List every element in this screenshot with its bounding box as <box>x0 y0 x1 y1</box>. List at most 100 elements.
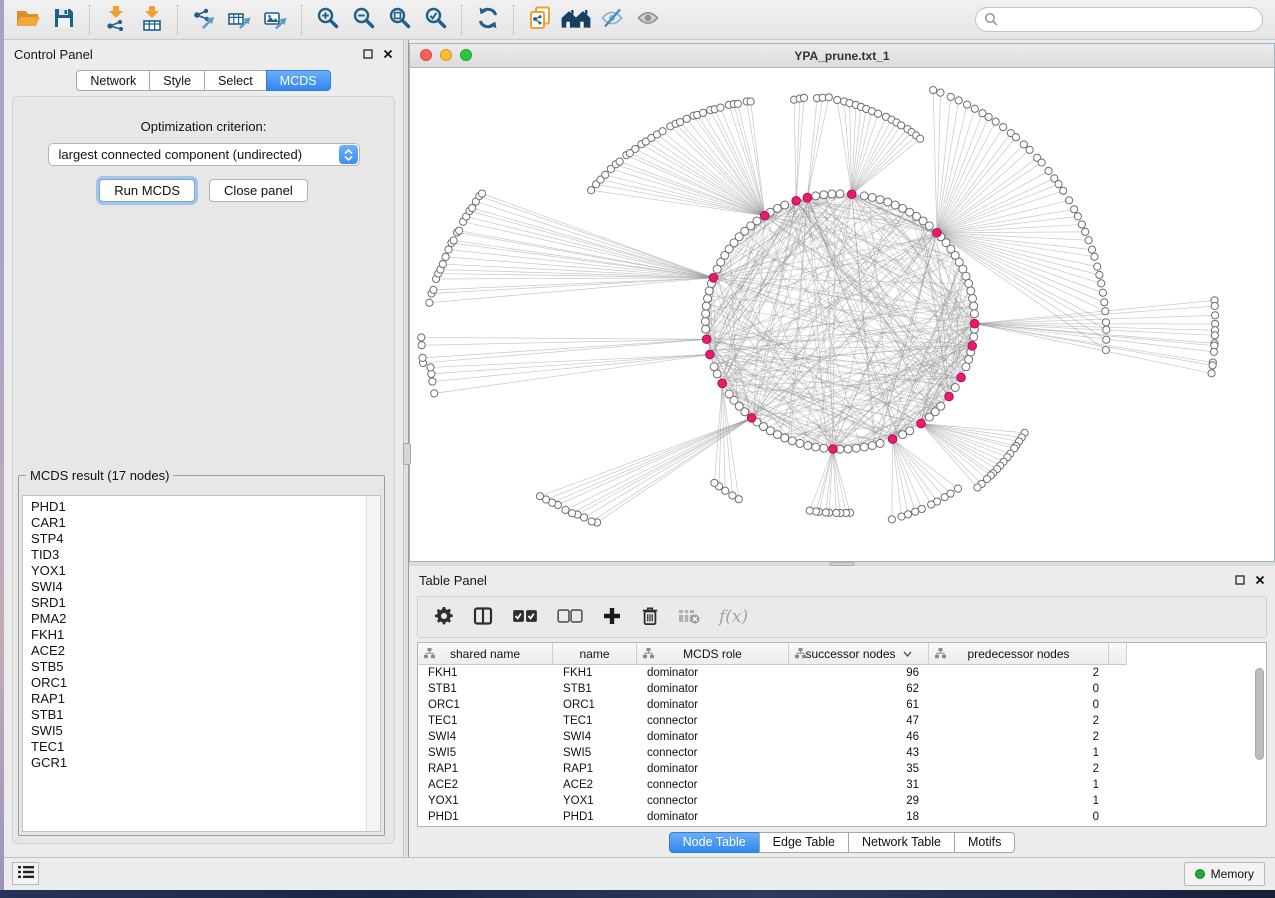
import-table-button[interactable] <box>134 4 170 36</box>
tab-mcds[interactable]: MCDS <box>266 70 331 91</box>
run-mcds-button[interactable]: Run MCDS <box>99 179 195 202</box>
close-panel-icon[interactable] <box>1255 575 1265 585</box>
zoom-selected-button[interactable] <box>418 4 454 36</box>
mcds-result-item[interactable]: SWI4 <box>31 579 380 595</box>
cell-name: FKH1 <box>553 667 637 679</box>
table-row[interactable]: FKH1FKH1dominator962 <box>418 665 1266 681</box>
zoom-in-button[interactable] <box>310 4 346 36</box>
cell-predecessor-nodes: 0 <box>929 699 1109 711</box>
select-all-button[interactable] <box>512 609 538 626</box>
table-row[interactable]: SWI4SWI4dominator462 <box>418 729 1266 745</box>
table-row[interactable]: YOX1YOX1connector291 <box>418 793 1266 809</box>
mcds-result-item[interactable]: SWI5 <box>31 723 380 739</box>
table-row[interactable]: SWI5SWI5connector431 <box>418 745 1266 761</box>
horizontal-splitter[interactable] <box>409 562 1275 566</box>
delete-column-button[interactable] <box>641 605 659 630</box>
zoom-out-button[interactable] <box>346 4 382 36</box>
export-image-button[interactable] <box>258 4 294 36</box>
mcds-result-list[interactable]: PHD1CAR1STP4TID3YOX1SWI4SRD1PMA2FKH1ACE2… <box>22 495 381 832</box>
mcds-result-item[interactable]: TEC1 <box>31 739 380 755</box>
show-columns-button[interactable] <box>473 606 493 629</box>
table-row[interactable]: ORC1ORC1dominator610 <box>418 697 1266 713</box>
mcds-result-item[interactable]: GCR1 <box>31 755 380 771</box>
mcds-result-item[interactable]: YOX1 <box>31 563 380 579</box>
memory-button[interactable]: Memory <box>1184 862 1265 886</box>
task-history-button[interactable] <box>12 862 39 885</box>
criterion-value: largest connected component (undirected) <box>59 147 303 162</box>
import-network-button[interactable] <box>98 4 134 36</box>
table-scrollbar-thumb[interactable] <box>1255 668 1264 760</box>
main-toolbar <box>4 0 1275 40</box>
column-header-mcds-role[interactable]: MCDS role <box>637 643 789 665</box>
cell-name: ACE2 <box>553 779 637 791</box>
table-row[interactable]: PHD1PHD1dominator180 <box>418 809 1266 825</box>
search-input[interactable] <box>975 7 1263 32</box>
network-graph[interactable] <box>410 68 1274 561</box>
cell-shared-name: SWI5 <box>418 747 553 759</box>
close-panel-button[interactable]: Close panel <box>209 179 308 202</box>
tab-network-table[interactable]: Network Table <box>848 832 955 853</box>
eye-icon <box>635 5 661 34</box>
float-window-icon[interactable] <box>1235 575 1245 585</box>
splitter-handle[interactable] <box>829 562 855 566</box>
export-network-button[interactable] <box>186 4 222 36</box>
open-session-button[interactable] <box>10 4 46 36</box>
gear-icon <box>434 606 454 629</box>
zoom-fit-button[interactable] <box>382 4 418 36</box>
table-settings-button[interactable] <box>434 606 454 629</box>
mcds-result-item[interactable]: RAP1 <box>31 691 380 707</box>
cell-mcds-role: dominator <box>637 731 789 743</box>
mcds-result-item[interactable]: ACE2 <box>31 643 380 659</box>
save-session-button[interactable] <box>46 4 82 36</box>
column-header-predecessor-nodes[interactable]: predecessor nodes <box>929 643 1109 665</box>
mcds-result-item[interactable]: SRD1 <box>31 595 380 611</box>
cell-shared-name: RAP1 <box>418 763 553 775</box>
column-header-shared-name[interactable]: shared name <box>418 643 553 665</box>
column-header-name[interactable]: name <box>553 643 637 665</box>
zoom-light[interactable] <box>460 49 472 61</box>
table-row[interactable]: RAP1RAP1dominator352 <box>418 761 1266 777</box>
tab-motifs[interactable]: Motifs <box>954 832 1015 853</box>
clone-network-button[interactable] <box>522 4 558 36</box>
table-row[interactable]: ACE2ACE2connector311 <box>418 777 1266 793</box>
show-all-button[interactable] <box>630 4 666 36</box>
add-column-button[interactable] <box>602 606 622 629</box>
mcds-result-scrollbar[interactable] <box>366 496 380 831</box>
mcds-result-item[interactable]: PHD1 <box>31 499 380 515</box>
tab-node-table[interactable]: Node Table <box>669 832 760 853</box>
vertical-splitter[interactable] <box>403 40 409 857</box>
first-neighbors-button[interactable] <box>558 4 594 36</box>
tab-select[interactable]: Select <box>204 70 267 91</box>
float-window-icon[interactable] <box>363 49 373 59</box>
table-row[interactable]: STB1STB1dominator620 <box>418 681 1266 697</box>
cell-shared-name: FKH1 <box>418 667 553 679</box>
zoom-in-icon <box>315 5 341 34</box>
criterion-select[interactable]: largest connected component (undirected) <box>48 143 360 166</box>
close-panel-icon[interactable] <box>383 49 393 59</box>
cell-predecessor-nodes: 2 <box>929 763 1109 775</box>
table-panel-tabs: Node TableEdge TableNetwork TableMotifs <box>409 827 1275 857</box>
tab-style[interactable]: Style <box>149 70 205 91</box>
apply-layout-button[interactable] <box>470 4 506 36</box>
table-row[interactable]: TEC1TEC1connector472 <box>418 713 1266 729</box>
splitter-handle[interactable] <box>403 443 411 465</box>
tab-edge-table[interactable]: Edge Table <box>759 832 849 853</box>
mcds-result-item[interactable]: TID3 <box>31 547 380 563</box>
export-table-button[interactable] <box>222 4 258 36</box>
tab-network[interactable]: Network <box>76 70 150 91</box>
export-table-icon <box>227 5 253 34</box>
cell-successor-nodes: 96 <box>789 667 929 679</box>
mcds-result-item[interactable]: STB5 <box>31 659 380 675</box>
deselect-all-button[interactable] <box>557 609 583 626</box>
column-header-successor-nodes[interactable]: successor nodes <box>789 643 929 665</box>
mcds-result-item[interactable]: STB1 <box>31 707 380 723</box>
mcds-result-item[interactable]: STP4 <box>31 531 380 547</box>
close-light[interactable] <box>420 49 432 61</box>
mcds-result-item[interactable]: CAR1 <box>31 515 380 531</box>
mcds-result-item[interactable]: ORC1 <box>31 675 380 691</box>
mcds-result-item[interactable]: PMA2 <box>31 611 380 627</box>
mcds-result-item[interactable]: FKH1 <box>31 627 380 643</box>
table-header-row: shared namenameMCDS rolesuccessor nodesp… <box>418 643 1266 665</box>
minimize-light[interactable] <box>440 49 452 61</box>
hide-selected-button[interactable] <box>594 4 630 36</box>
